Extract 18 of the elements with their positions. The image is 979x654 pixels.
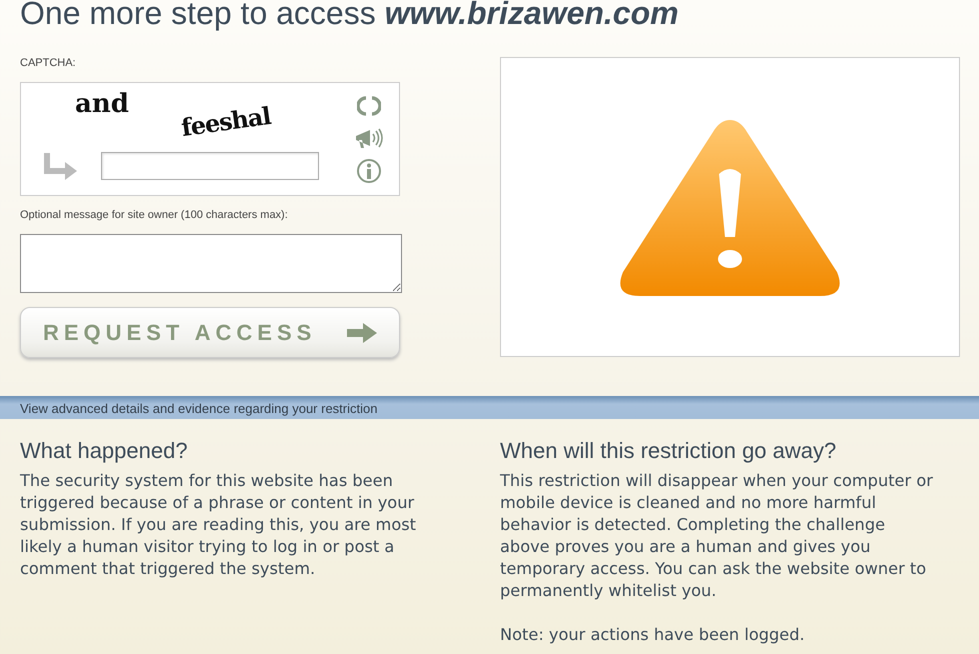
return-arrow-icon [43,151,79,181]
message-field[interactable] [20,234,402,293]
section-paragraph: Note: your actions have been logged. [500,624,806,646]
info-icon[interactable] [356,158,382,184]
captcha-label: CAPTCHA: [20,57,77,69]
section-paragraph: The security system for this website has been triggered because of a phrase or content in your submission. If you are reading this, you are most likely a human visitor trying to log in or post a comment that triggered the system. [20,470,418,580]
captcha-word: feeshal [179,100,272,142]
section-heading: When will this restriction go away? [500,438,838,464]
speaker-icon[interactable] [354,126,384,150]
arrow-icon [347,322,377,342]
section-paragraph: This restriction will disappear when your computer or mobile device is cleaned and no more harmful behavior is detected. Completing the challenge above proves you are a human and gives you temporary access. You can ask the website owner to permanently whitelist you. [500,470,934,602]
details-bar[interactable]: View advanced details and evidence regarding your restriction [0,396,979,419]
refresh-icon[interactable] [357,94,381,118]
section-heading: What happened? [20,438,189,464]
message-label: Optional message for site owner (100 characters max): [20,209,289,221]
page-title: One more step to access www.brizawen.com [19,0,680,30]
captcha-input[interactable] [101,152,319,180]
captcha-word: and [75,89,129,119]
